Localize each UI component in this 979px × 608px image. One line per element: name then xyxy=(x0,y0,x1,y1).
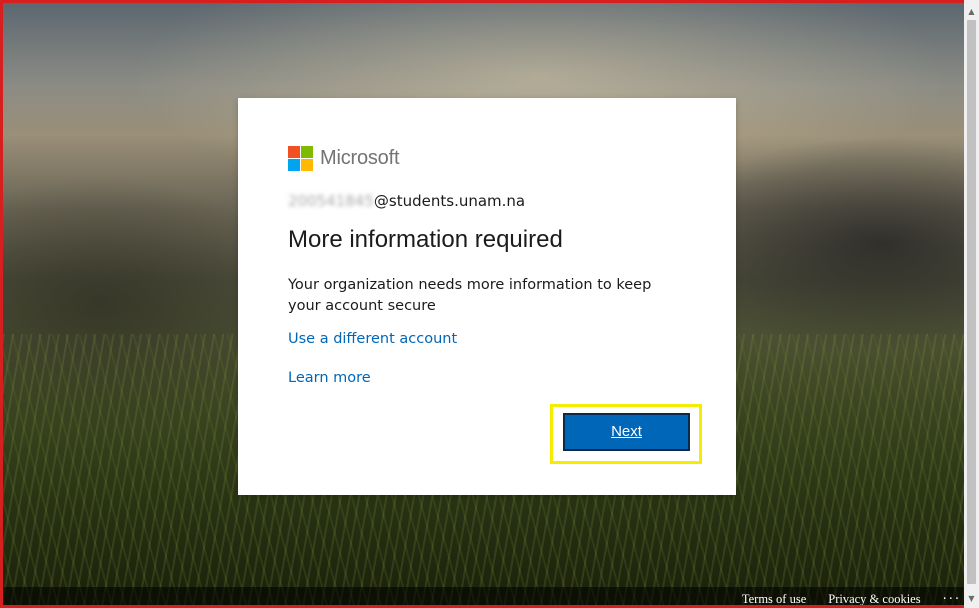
email-redacted-prefix: 200541845 xyxy=(288,192,374,210)
footer-bar: Terms of use Privacy & cookies ··· xyxy=(3,587,967,605)
terms-of-use-link[interactable]: Terms of use xyxy=(742,592,806,605)
use-different-account-link[interactable]: Use a different account xyxy=(288,331,457,347)
brand-name: Microsoft xyxy=(320,147,400,169)
description-text: Your organization needs more information… xyxy=(288,277,652,314)
next-button[interactable]: Next xyxy=(563,413,690,451)
microsoft-logo-icon xyxy=(288,146,313,171)
email-domain: @students.unam.na xyxy=(373,192,526,210)
page-title: More information required xyxy=(288,226,563,253)
privacy-cookies-link[interactable]: Privacy & cookies xyxy=(828,592,920,605)
scroll-thumb[interactable] xyxy=(967,20,976,584)
footer-links: Terms of use Privacy & cookies ··· xyxy=(720,592,961,605)
brand: Microsoft xyxy=(288,146,400,171)
vertical-scrollbar[interactable]: ▲ ▼ xyxy=(964,0,979,608)
account-email: 200541845@students.unam.na xyxy=(288,192,525,210)
sign-in-card: Microsoft 200541845@students.unam.na Mor… xyxy=(238,98,736,495)
more-options-icon[interactable]: ··· xyxy=(943,592,961,605)
scroll-down-arrow-icon[interactable]: ▼ xyxy=(964,591,979,606)
learn-more-link[interactable]: Learn more xyxy=(288,370,371,386)
browser-viewport: Microsoft 200541845@students.unam.na Mor… xyxy=(0,0,979,608)
scroll-up-arrow-icon[interactable]: ▲ xyxy=(964,4,979,19)
